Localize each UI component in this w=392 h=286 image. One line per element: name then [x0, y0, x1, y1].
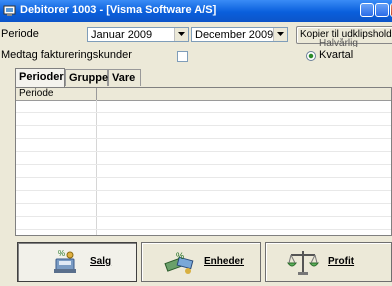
- grid-row-line: [16, 151, 391, 152]
- grid-row-line: [16, 216, 391, 217]
- minimize-button[interactable]: [360, 3, 374, 17]
- period-to-select[interactable]: December 2009: [191, 27, 288, 42]
- period-from-select[interactable]: Januar 2009: [87, 27, 189, 42]
- tab-perioder[interactable]: Perioder: [15, 68, 65, 87]
- profit-scale-icon: [287, 251, 319, 275]
- title-bar: Debitorer 1003 - [Visma Software A/S]: [0, 0, 392, 22]
- sales-button[interactable]: % Salg: [17, 242, 137, 282]
- grid-row-line: [16, 164, 391, 165]
- units-button[interactable]: % Enheder: [141, 242, 261, 282]
- grid-row-line: [16, 229, 391, 230]
- units-icon: %: [164, 251, 194, 274]
- chevron-down-icon[interactable]: [174, 28, 188, 41]
- grid-header: Periode: [16, 88, 391, 101]
- app-icon: [3, 5, 16, 16]
- period-grid[interactable]: Periode: [15, 87, 392, 236]
- column-divider[interactable]: [96, 88, 97, 100]
- sales-label: Salg: [90, 256, 112, 267]
- include-invoicing-label: Medtag faktureringskunder: [1, 49, 132, 61]
- grid-row-line: [16, 177, 391, 178]
- tab-vare[interactable]: Vare: [108, 69, 141, 86]
- include-invoicing-checkbox[interactable]: [177, 51, 188, 62]
- window-title: Debitorer 1003 - [Visma Software A/S]: [20, 4, 217, 16]
- profit-button[interactable]: Profit: [265, 242, 392, 282]
- svg-text:%: %: [176, 251, 184, 261]
- grid-row-line: [16, 138, 391, 139]
- period-from-value: Januar 2009: [91, 29, 153, 41]
- sales-icon: %: [54, 249, 76, 273]
- chevron-down-icon[interactable]: [273, 28, 287, 41]
- grid-header-periode[interactable]: Periode: [19, 88, 53, 99]
- profit-label: Profit: [328, 256, 355, 267]
- svg-text:%: %: [58, 249, 65, 258]
- tab-gruppe[interactable]: Gruppe: [65, 69, 108, 86]
- maximize-button[interactable]: [375, 3, 389, 17]
- grid-row-line: [16, 112, 391, 113]
- units-label: Enheder: [204, 256, 245, 267]
- radio-kvartal[interactable]: [306, 51, 316, 61]
- grid-row-line: [16, 203, 391, 204]
- radio-option-halfyear-label: Halvårlig: [319, 38, 358, 47]
- grid-row-line: [16, 190, 391, 191]
- action-bar: % Salg % Enheder Profit: [15, 242, 392, 286]
- grid-row-line: [16, 125, 391, 126]
- radio-option-kvartal-label: Kvartal: [319, 49, 354, 61]
- period-to-value: December 2009: [195, 29, 274, 41]
- period-label: Periode: [1, 28, 39, 40]
